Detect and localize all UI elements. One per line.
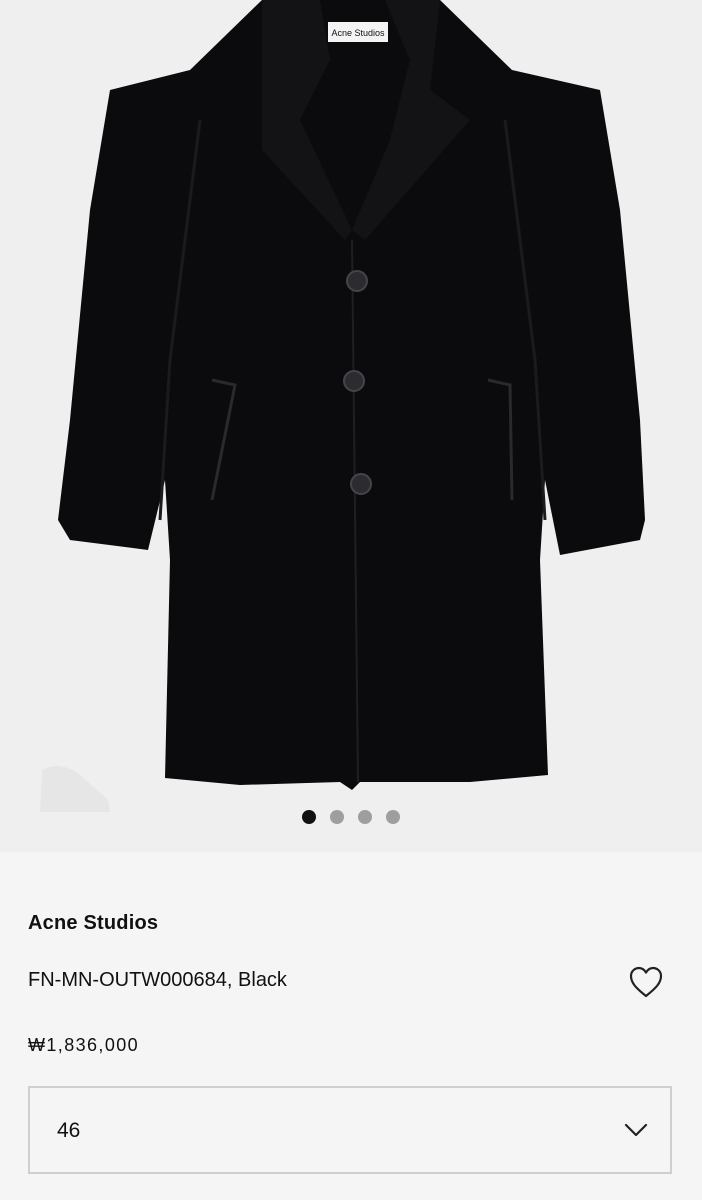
- product-image[interactable]: Acne Studios: [0, 0, 702, 852]
- product-info: Acne Studios FN-MN-OUTW000684, Black ₩1,…: [0, 852, 702, 1200]
- coat-button: [343, 370, 365, 392]
- carousel-dot-2[interactable]: [330, 810, 344, 824]
- carousel-dot-3[interactable]: [358, 810, 372, 824]
- coat-button: [346, 270, 368, 292]
- brand-name[interactable]: Acne Studios: [28, 912, 158, 935]
- chevron-down-icon: [624, 1123, 648, 1137]
- coat-button: [350, 473, 372, 495]
- coat-silhouette: [58, 0, 645, 790]
- brand-label-text: Acne Studios: [331, 28, 385, 38]
- size-select[interactable]: 46: [28, 1086, 672, 1174]
- background-shadow: [40, 766, 110, 812]
- carousel-dot-4[interactable]: [386, 810, 400, 824]
- size-selected-value: 46: [57, 1119, 81, 1142]
- carousel-dots: [0, 810, 702, 824]
- product-price: ₩1,836,000: [28, 1035, 140, 1055]
- carousel-dot-1[interactable]: [302, 810, 316, 824]
- product-image-gallery[interactable]: Acne Studios: [0, 0, 702, 852]
- heart-outline-icon: [629, 966, 663, 998]
- product-title: FN-MN-OUTW000684, Black: [28, 969, 287, 991]
- wishlist-button[interactable]: [628, 965, 664, 999]
